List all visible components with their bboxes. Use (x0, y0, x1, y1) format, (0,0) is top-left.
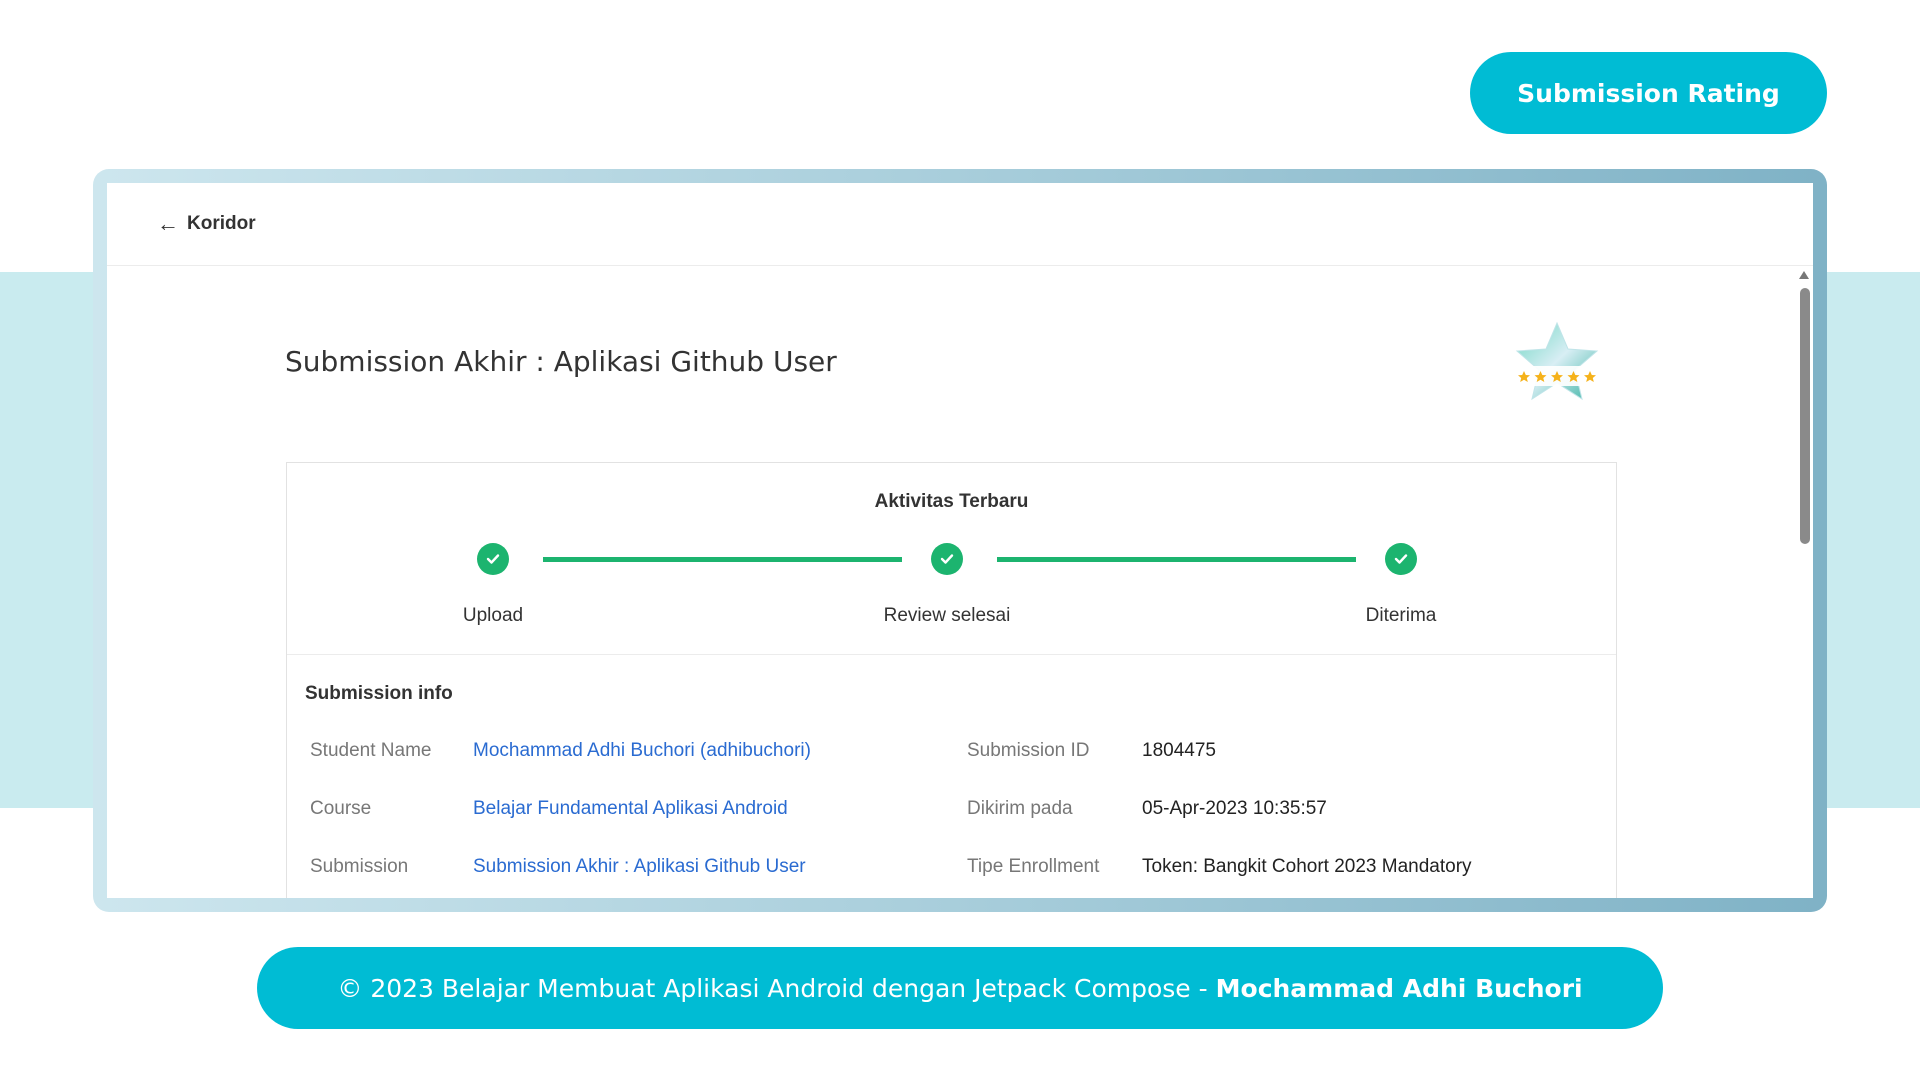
info-key: Submission (310, 856, 409, 877)
info-key: Tipe Enrollment (967, 856, 1100, 877)
step-accepted: Diterima (1301, 543, 1501, 627)
divider (287, 654, 1616, 655)
course-link[interactable]: Belajar Fundamental Aplikasi Android (473, 798, 788, 820)
step-upload: Upload (393, 543, 593, 627)
scroll-up-arrow-icon[interactable] (1799, 271, 1809, 279)
info-value: 1804475 (1142, 740, 1216, 761)
star-rating-badge-icon (1515, 321, 1599, 401)
back-arrow-icon[interactable]: ← (157, 213, 179, 235)
check-icon (931, 543, 963, 575)
info-key: Dikirim pada (967, 798, 1073, 819)
check-icon (1385, 543, 1417, 575)
submission-rating-button[interactable]: Submission Rating (1470, 52, 1827, 134)
student-name-link[interactable]: Mochammad Adhi Buchori (adhibuchori) (473, 740, 811, 762)
scrollbar[interactable] (1795, 267, 1813, 898)
footer-banner: © 2023 Belajar Membuat Aplikasi Android … (257, 947, 1663, 1029)
info-value: Token: Bangkit Cohort 2023 Mandatory (1142, 856, 1472, 877)
step-label: Upload (462, 605, 524, 626)
info-key: Course (310, 798, 372, 819)
submission-link[interactable]: Submission Akhir : Aplikasi Github User (473, 856, 806, 878)
page-title: Submission Akhir : Aplikasi Github User (285, 345, 837, 378)
footer-text: © 2023 Belajar Membuat Aplikasi Android … (337, 973, 1208, 1003)
footer-author: Mochammad Adhi Buchori (1215, 973, 1583, 1003)
submission-card: Aktivitas Terbaru Upload Review selesai (286, 462, 1617, 898)
slide: Submission Rating ← Koridor Submission A… (0, 0, 1920, 1080)
info-key: Student Name (310, 740, 432, 761)
check-icon (477, 543, 509, 575)
step-label: Review selesai (883, 605, 1011, 626)
topbar: ← Koridor (107, 183, 1813, 266)
back-link-koridor[interactable]: Koridor (187, 213, 256, 235)
step-review: Review selesai (847, 543, 1047, 627)
step-label: Diterima (1365, 605, 1437, 626)
activity-title: Aktivitas Terbaru (874, 491, 1029, 512)
screenshot-frame: ← Koridor Submission Akhir : Aplikasi Gi… (93, 169, 1827, 912)
browser-window: ← Koridor Submission Akhir : Aplikasi Gi… (107, 183, 1813, 898)
info-value: 05-Apr-2023 10:35:57 (1142, 798, 1327, 819)
info-key: Submission ID (967, 740, 1090, 761)
submission-info-title: Submission info (305, 683, 453, 704)
scrollbar-thumb[interactable] (1800, 288, 1810, 544)
